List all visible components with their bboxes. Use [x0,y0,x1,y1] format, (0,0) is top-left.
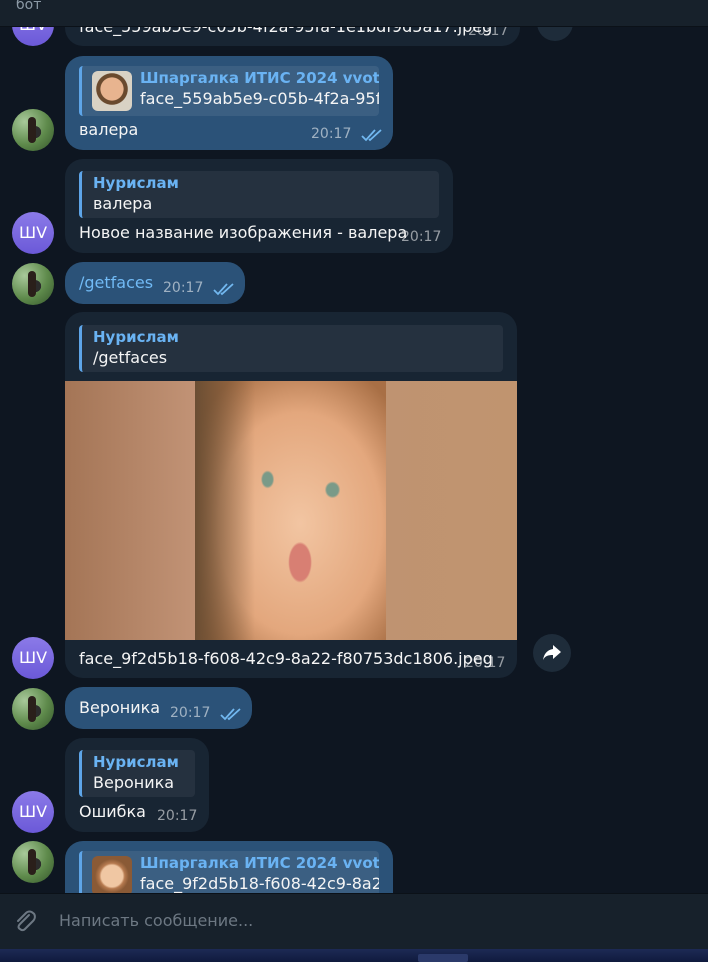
message-text: валера [79,120,139,139]
avatar-initials: ШV [18,802,48,821]
reply-text: Вероника [93,773,175,792]
bot-avatar[interactable]: ШV [12,791,54,833]
reply-quote[interactable]: Шпаргалка ИТИС 2024 vvot04 face_9f2d5b18… [79,851,379,893]
message-input[interactable] [59,911,659,930]
user-avatar[interactable] [12,109,54,151]
reply-text: валера [93,194,153,213]
reply-quote[interactable]: Нурислам валера [79,171,439,218]
reply-author: Нурислам [93,753,179,771]
reply-text: face_559ab5e9-c05b-4f2a-95f... [140,89,379,108]
chat-subtitle: бот [16,0,42,13]
reply-author: Нурислам [93,328,179,346]
file-name: face_9f2d5b18-f608-42c9-8a22-f80753dc180… [79,649,493,668]
message-time: 20:17 [170,705,211,721]
forward-button[interactable] [533,634,571,672]
double-check-icon [220,708,241,721]
message-text: Ошибка [79,802,146,821]
double-check-icon [213,283,234,296]
bot-avatar[interactable]: ШV [12,637,54,679]
message-bubble[interactable]: Нурислам валера Новое название изображен… [65,159,453,253]
message-time: 20:17 [157,808,198,824]
forward-icon [543,645,561,660]
message-bubble[interactable]: Шпаргалка ИТИС 2024 vvot04 face_559ab5e9… [65,56,393,150]
reply-quote[interactable]: Шпаргалка ИТИС 2024 vvot04 face_559ab5e9… [79,66,379,116]
chat-header: бот [0,0,708,26]
reply-thumbnail [92,71,132,111]
message-list[interactable]: ШV face_559ab5e9-c05b-4f2a-95fa-1e1bdf9d… [0,0,708,893]
message-composer [0,893,708,949]
message-time: 20:17 [401,229,442,245]
message-bubble[interactable]: Нурислам /getfaces face_9f2d5b18-f608-42… [65,312,517,678]
photo-attachment[interactable] [65,381,517,640]
hair-shade [195,381,255,640]
os-taskbar [0,949,708,962]
message-time: 20:17 [163,280,204,296]
reply-text: face_9f2d5b18-f608-42c9-8a2... [140,874,379,893]
reply-quote[interactable]: Нурислам /getfaces [79,325,503,372]
avatar-initials: ШV [18,223,48,242]
message-bubble[interactable]: /getfaces 20:17 [65,262,245,304]
message-text: Вероника [79,698,161,717]
reply-text: /getfaces [93,348,168,367]
message-bubble[interactable]: Шпаргалка ИТИС 2024 vvot04 face_9f2d5b18… [65,841,393,893]
user-avatar[interactable] [12,688,54,730]
reply-quote[interactable]: Нурислам Вероника [79,750,195,797]
double-check-icon [361,129,382,142]
command-link[interactable]: /getfaces [79,273,153,292]
avatar-initials: ШV [18,648,48,667]
reply-author: Шпаргалка ИТИС 2024 vvot04 [140,69,379,87]
bot-avatar[interactable]: ШV [12,212,54,254]
message-bubble[interactable]: Вероника 20:17 [65,687,252,729]
reply-author: Нурислам [93,174,179,192]
taskbar-item[interactable] [418,954,468,962]
reply-thumbnail [92,856,132,893]
paperclip-icon[interactable] [12,908,38,934]
message-time: 20:17 [311,126,352,142]
user-avatar[interactable] [12,841,54,883]
message-time: 20:17 [465,655,506,671]
reply-author: Шпаргалка ИТИС 2024 vvot04 [140,854,379,872]
message-text: Новое название изображения - валера [79,223,408,242]
user-avatar[interactable] [12,263,54,305]
message-bubble[interactable]: Нурислам Вероника Ошибка 20:17 [65,738,209,832]
